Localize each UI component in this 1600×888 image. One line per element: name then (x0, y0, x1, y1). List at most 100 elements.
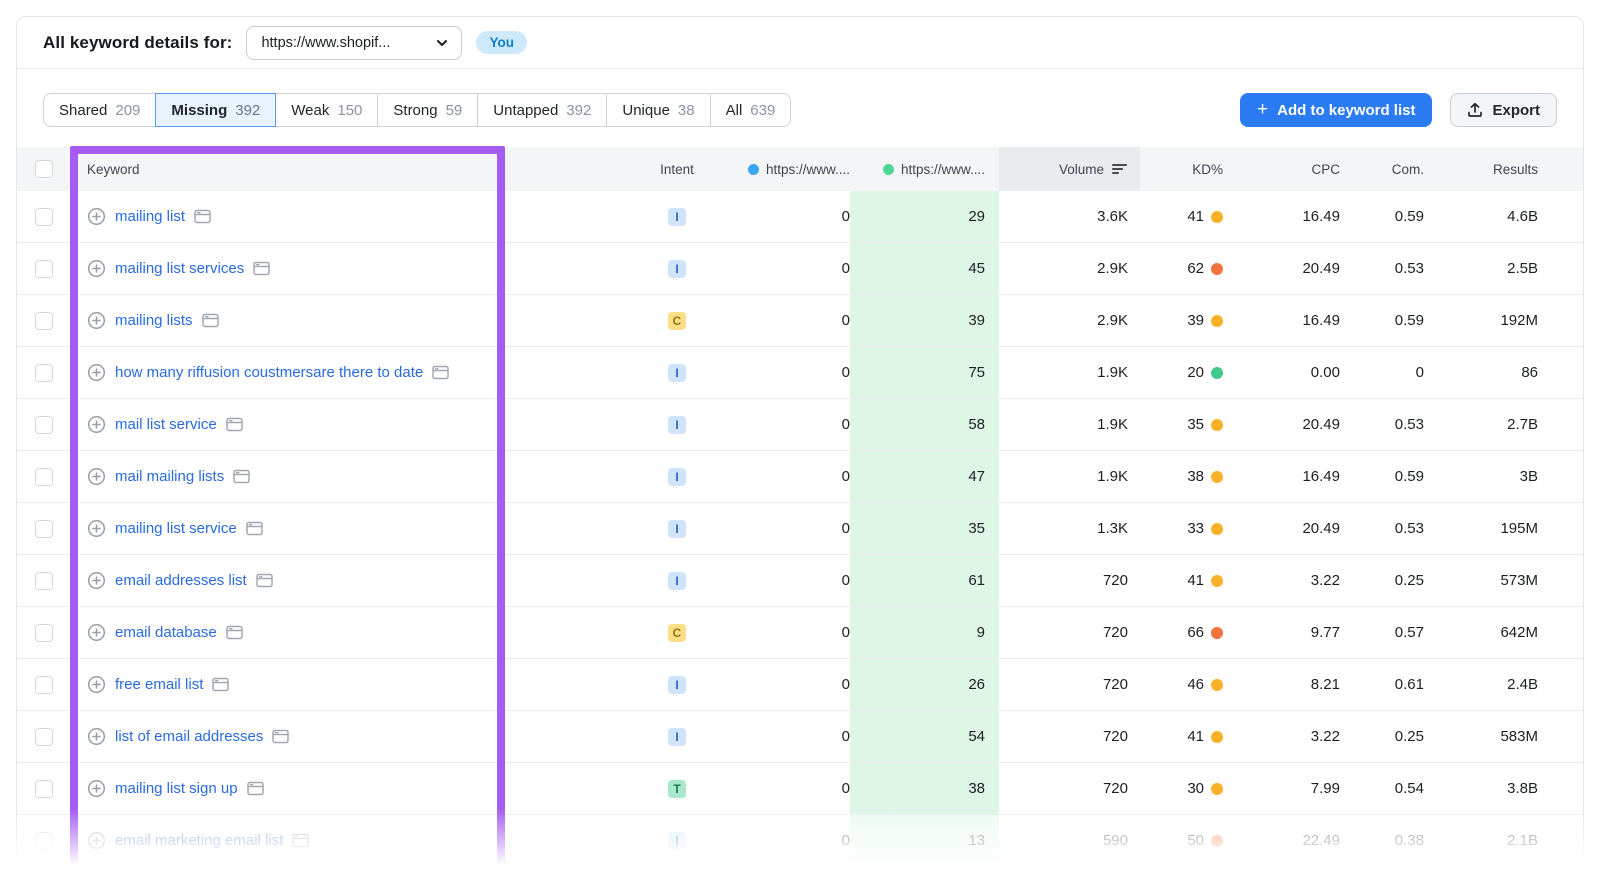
results-cell: 642M (1424, 607, 1583, 658)
keyword-link[interactable]: free email list (115, 676, 203, 693)
add-keyword-plus-circle-icon[interactable] (87, 571, 106, 590)
add-keyword-plus-circle-icon[interactable] (87, 779, 106, 798)
keyword-link[interactable]: mailing list sign up (115, 780, 238, 797)
keyword-link[interactable]: mailing list services (115, 260, 244, 277)
keyword-link[interactable]: mail mailing lists (115, 468, 224, 485)
keyword-link[interactable]: email marketing email list (115, 832, 283, 849)
filter-tab-strong[interactable]: Strong 59 (377, 93, 478, 127)
filter-tab-untapped[interactable]: Untapped 392 (477, 93, 607, 127)
cpc-cell: 22.49 (1223, 815, 1340, 866)
kd-cell: 33 (1140, 503, 1223, 554)
keyword-link[interactable]: mail list service (115, 416, 217, 433)
intent-badge[interactable]: C (668, 312, 686, 330)
column-header-intent[interactable]: Intent (637, 147, 717, 191)
add-keyword-plus-circle-icon[interactable] (87, 727, 106, 746)
column-header-volume[interactable]: Volume (999, 147, 1140, 191)
add-keyword-plus-circle-icon[interactable] (87, 831, 106, 850)
intent-badge[interactable]: I (668, 572, 686, 590)
toolbar: Shared 209 Missing 392 Weak 150 Strong 5… (17, 69, 1583, 147)
keyword-link[interactable]: list of email addresses (115, 728, 263, 745)
intent-badge[interactable]: T (668, 780, 686, 798)
row-checkbox[interactable] (35, 832, 53, 850)
serp-features-icon[interactable] (226, 417, 243, 432)
keyword-link[interactable]: email database (115, 624, 217, 641)
intent-badge[interactable]: I (668, 416, 686, 434)
keyword-link[interactable]: mailing list service (115, 520, 237, 537)
serp-features-icon[interactable] (194, 209, 211, 224)
intent-badge[interactable]: I (668, 728, 686, 746)
filter-tab-missing[interactable]: Missing 392 (155, 93, 276, 127)
row-checkbox[interactable] (35, 260, 53, 278)
serp-features-icon[interactable] (233, 469, 250, 484)
row-checkbox[interactable] (35, 364, 53, 382)
row-checkbox-cell (17, 815, 71, 866)
serp-features-icon[interactable] (212, 677, 229, 692)
add-keyword-plus-circle-icon[interactable] (87, 467, 106, 486)
keyword-link[interactable]: email addresses list (115, 572, 247, 589)
serp-features-icon[interactable] (226, 625, 243, 640)
filter-tab-all[interactable]: All 639 (710, 93, 792, 127)
filter-tab-shared[interactable]: Shared 209 (43, 93, 156, 127)
serp-features-icon[interactable] (272, 729, 289, 744)
export-button[interactable]: Export (1450, 93, 1557, 127)
add-keyword-plus-circle-icon[interactable] (87, 415, 106, 434)
add-to-keyword-list-button[interactable]: + Add to keyword list (1240, 93, 1432, 127)
intent-badge[interactable]: I (668, 832, 686, 850)
intent-badge[interactable]: I (668, 208, 686, 226)
keyword-link[interactable]: mailing lists (115, 312, 193, 329)
add-keyword-plus-circle-icon[interactable] (87, 207, 106, 226)
select-all-checkbox[interactable] (35, 160, 53, 178)
intent-cell: C (637, 607, 717, 658)
intent-badge[interactable]: I (668, 520, 686, 538)
row-checkbox[interactable] (35, 416, 53, 434)
intent-badge[interactable]: I (668, 676, 686, 694)
add-keyword-plus-circle-icon[interactable] (87, 311, 106, 330)
add-keyword-plus-circle-icon[interactable] (87, 675, 106, 694)
kd-cell: 38 (1140, 451, 1223, 502)
column-header-cpc[interactable]: CPC (1223, 147, 1340, 191)
column-header-kd[interactable]: KD% (1140, 147, 1223, 191)
column-header-results[interactable]: Results (1424, 147, 1583, 191)
intent-badge[interactable]: I (668, 364, 686, 382)
intent-badge[interactable]: I (668, 260, 686, 278)
row-checkbox[interactable] (35, 572, 53, 590)
you-position-cell: 0 (717, 243, 850, 294)
tab-count: 209 (115, 102, 140, 119)
column-header-competitor-domain[interactable]: https://www.... (850, 147, 999, 191)
serp-features-icon[interactable] (432, 365, 449, 380)
domain-select[interactable]: https://www.shopif... (246, 26, 462, 60)
intent-badge[interactable]: I (668, 468, 686, 486)
header-checkbox-cell (17, 147, 71, 191)
add-keyword-plus-circle-icon[interactable] (87, 519, 106, 538)
keyword-link[interactable]: how many riffusion coustmersare there to… (115, 364, 423, 381)
row-checkbox[interactable] (35, 728, 53, 746)
serp-features-icon[interactable] (202, 313, 219, 328)
add-keyword-plus-circle-icon[interactable] (87, 363, 106, 382)
com-cell: 0.59 (1340, 191, 1424, 242)
column-header-you-domain[interactable]: https://www.... (717, 147, 850, 191)
intent-badge[interactable]: C (668, 624, 686, 642)
serp-features-icon[interactable] (253, 261, 270, 276)
column-header-com[interactable]: Com. (1340, 147, 1424, 191)
volume-cell: 1.9K (999, 399, 1140, 450)
serp-features-icon[interactable] (292, 833, 309, 848)
row-checkbox[interactable] (35, 312, 53, 330)
row-checkbox[interactable] (35, 780, 53, 798)
row-checkbox[interactable] (35, 208, 53, 226)
table-row: list of email addresses I 0 54 720 41 3.… (17, 711, 1583, 763)
row-checkbox[interactable] (35, 676, 53, 694)
add-keyword-plus-circle-icon[interactable] (87, 259, 106, 278)
filter-tab-unique[interactable]: Unique 38 (606, 93, 710, 127)
filter-tab-weak[interactable]: Weak 150 (275, 93, 378, 127)
serp-features-icon[interactable] (247, 781, 264, 796)
keyword-link[interactable]: mailing list (115, 208, 185, 225)
column-header-keyword[interactable]: Keyword (71, 147, 637, 191)
add-keyword-plus-circle-icon[interactable] (87, 623, 106, 642)
kd-cell: 41 (1140, 191, 1223, 242)
kd-cell: 35 (1140, 399, 1223, 450)
row-checkbox[interactable] (35, 520, 53, 538)
serp-features-icon[interactable] (246, 521, 263, 536)
serp-features-icon[interactable] (256, 573, 273, 588)
row-checkbox[interactable] (35, 624, 53, 642)
row-checkbox[interactable] (35, 468, 53, 486)
